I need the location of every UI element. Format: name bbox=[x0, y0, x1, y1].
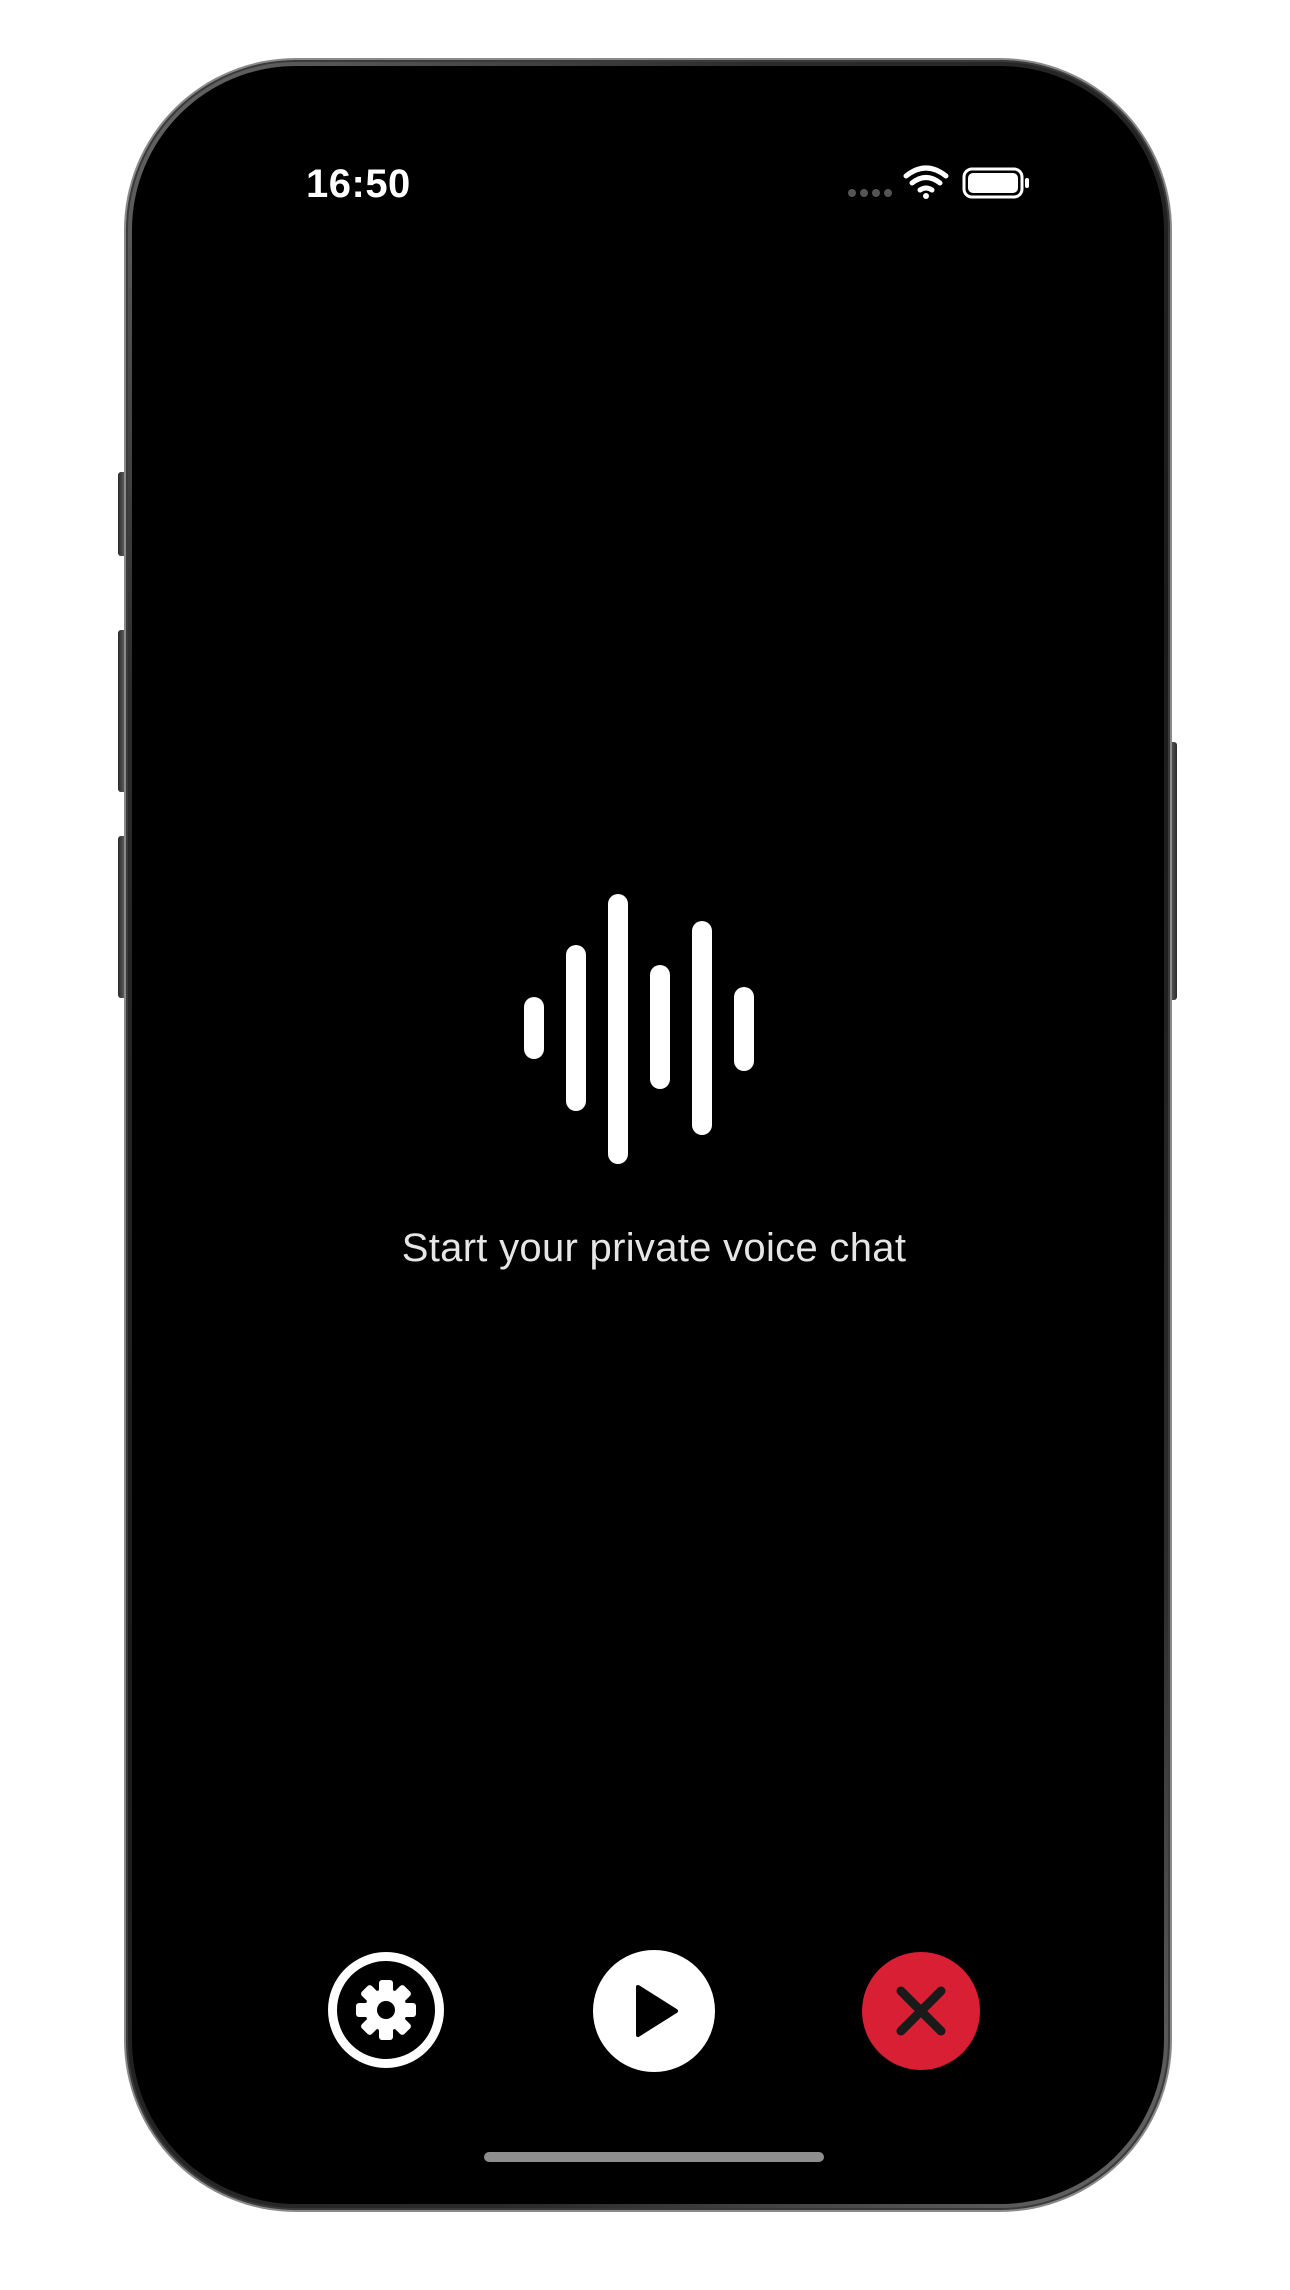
phone-frame: 16:50 Start your private voice chat bbox=[126, 60, 1170, 2210]
battery-icon bbox=[962, 167, 1029, 199]
cellular-dots-icon bbox=[848, 189, 892, 197]
home-indicator[interactable] bbox=[484, 2152, 824, 2162]
device-mockup: 16:50 Start your private voice chat bbox=[0, 0, 1290, 2290]
waveform-icon bbox=[524, 894, 770, 1164]
prompt-text: Start your private voice chat bbox=[401, 1226, 907, 1270]
status-icons bbox=[844, 160, 1044, 210]
app-screen: 16:50 Start your private voice chat bbox=[144, 78, 1152, 2192]
play-icon bbox=[636, 1985, 678, 2037]
gear-icon bbox=[356, 1980, 416, 2040]
close-icon bbox=[896, 1986, 946, 2036]
wifi-icon bbox=[903, 165, 949, 199]
settings-button[interactable] bbox=[328, 1952, 444, 2068]
play-button[interactable] bbox=[593, 1950, 715, 2072]
phone-bezel: 16:50 Start your private voice chat bbox=[132, 66, 1164, 2204]
close-button[interactable] bbox=[862, 1952, 980, 2070]
status-time: 16:50 bbox=[306, 162, 411, 206]
